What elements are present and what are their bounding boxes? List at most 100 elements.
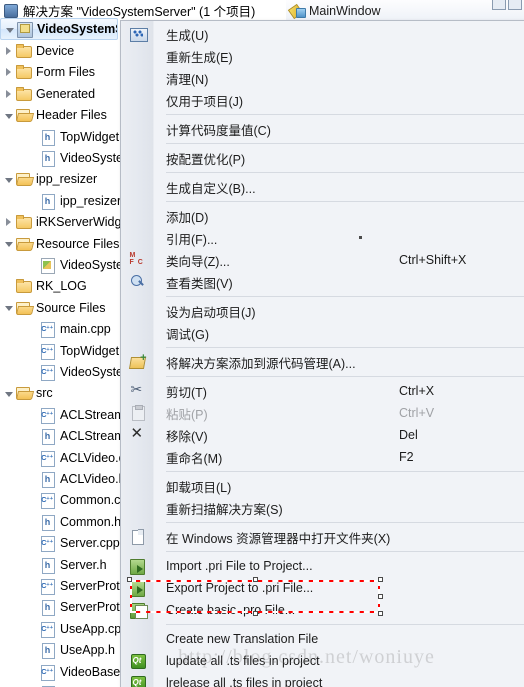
menu-item-icon-slot [121,67,154,89]
menu-item[interactable]: lupdate all .ts files in project [121,650,524,672]
menu-item[interactable]: 按配置优化(P) [121,147,524,169]
menu-item-icon-slot [121,351,154,373]
menu-item-label: 重命名(M) [166,451,223,466]
header-file-icon [39,599,56,617]
menu-item-label: Create new Translation File [166,632,319,646]
tree-item-label: Server.h [60,557,107,572]
menu-item[interactable]: 重新生成(E) [121,45,524,67]
window-control-buttons[interactable] [492,0,522,10]
tree-item-label: Common.h [60,514,122,529]
expander-icon[interactable] [3,18,16,40]
menu-item[interactable]: 计算代码度量值(C) [121,118,524,140]
menu-item-shortcut: Del [399,428,418,442]
menu-item-icon-slot [121,628,154,650]
menu-item[interactable]: Export Project to .pri File... [121,577,524,599]
menu-item[interactable]: 剪切(T) Ctrl+X [121,380,524,402]
import-pri-icon [129,558,146,575]
export-pri-icon [129,580,146,597]
create-pro-icon [129,602,148,619]
menu-item[interactable]: 移除(V) Del [121,424,524,446]
expander-icon[interactable] [2,382,15,404]
expander-icon[interactable] [2,275,15,297]
menu-item-label: 仅用于项目(J) [166,94,244,109]
remove-icon [130,424,146,443]
project-context-menu[interactable]: 生成(U) 重新生成(E) 清理(N) 仅用于项目(J) 计算代码度量值(C) 按配置优化… [120,20,524,687]
maximize-button[interactable] [508,0,522,10]
menu-item[interactable]: 添加(D) [121,205,524,227]
menu-item[interactable]: 生成(U) [121,23,524,45]
minimize-button[interactable] [492,0,506,10]
tab-mainwindow[interactable]: MainWindow [286,0,389,22]
menu-item-icon-slot [121,176,154,198]
header-file-icon [39,471,56,488]
menu-item[interactable]: 生成自定义(B)... [121,176,524,198]
menu-separator [166,347,524,348]
editor-tab-strip[interactable]: MainWindow [286,0,524,22]
menu-item[interactable]: Create basic .pro File... [121,599,524,621]
mouse-cursor-dot [359,236,362,239]
tree-item-project-root[interactable]: VideoSystemServer [0,18,118,40]
menu-item-label: 移除(V) [166,429,208,444]
qt-icon [130,653,146,669]
menu-item[interactable]: 设为启动项目(J) [121,300,524,322]
menu-item-label: lrelease all .ts files in project [166,676,323,687]
menu-item[interactable]: 调试(G) [121,322,524,344]
menu-item-icon-slot [121,89,154,111]
menu-item[interactable]: 查看类图(V) [121,271,524,293]
expander-icon[interactable] [2,104,15,126]
menu-item-icon-slot [121,118,154,140]
menu-item[interactable]: lrelease all .ts files in project [121,672,524,687]
menu-item[interactable]: 粘贴(P) Ctrl+V [121,402,524,424]
menu-item-label: 重新生成(E) [166,50,233,65]
menu-item-label: 类向导(Z)... [166,254,230,269]
menu-item-label: Create basic .pro File... [166,603,296,617]
tree-item-label: ACLVideo.h [60,472,126,486]
expander-icon[interactable] [2,297,15,319]
folder-icon [15,64,32,80]
menu-item-icon-slot [121,205,154,227]
menu-item-label: 重新扫描解决方案(S) [166,502,283,517]
menu-separator [166,376,524,377]
class-diagram-icon [130,274,146,290]
menu-item[interactable]: 类向导(Z)... Ctrl+Shift+X [121,249,524,271]
expander-icon[interactable] [2,211,15,233]
menu-item-label: 清理(N) [166,72,209,87]
expander-icon[interactable] [2,61,15,83]
cpp-file-icon [39,578,56,595]
menu-item[interactable]: Import .pri File to Project... [121,555,524,577]
solution-header-row[interactable]: 解决方案 "VideoSystemServer" (1 个项目) [0,0,255,20]
folder-open-icon [15,236,32,252]
solution-icon [2,2,19,18]
menu-item[interactable]: 重新扫描解决方案(S) [121,497,524,519]
menu-item[interactable]: 将解决方案添加到源代码管理(A)... [121,351,524,373]
expander-icon[interactable] [2,233,15,255]
menu-item[interactable]: 引用(F)... [121,227,524,249]
menu-item[interactable]: 清理(N) [121,67,524,89]
menu-item-icon-slot [121,424,154,446]
folder-open-icon [15,171,32,187]
menu-item-icon-slot [121,249,154,271]
menu-item[interactable]: 重命名(M) F2 [121,446,524,468]
tree-item-label: Source Files [36,300,106,315]
cpp-file-icon [39,343,56,360]
header-file-icon [39,150,56,167]
menu-item-label: 将解决方案添加到源代码管理(A)... [166,356,356,371]
menu-separator [166,471,524,472]
tree-item-label: main.cpp [60,322,111,337]
menu-item-label: 生成自定义(B)... [166,181,256,196]
expander-icon[interactable] [2,83,15,105]
menu-item[interactable]: Create new Translation File [121,628,524,650]
menu-item[interactable]: 在 Windows 资源管理器中打开文件夹(X) [121,526,524,548]
expander-icon[interactable] [2,168,15,190]
menu-item[interactable]: 卸载项目(L) [121,475,524,497]
expander-icon[interactable] [2,40,15,62]
menu-item[interactable]: 仅用于项目(J) [121,89,524,111]
menu-item-label: 按配置优化(P) [166,152,246,167]
